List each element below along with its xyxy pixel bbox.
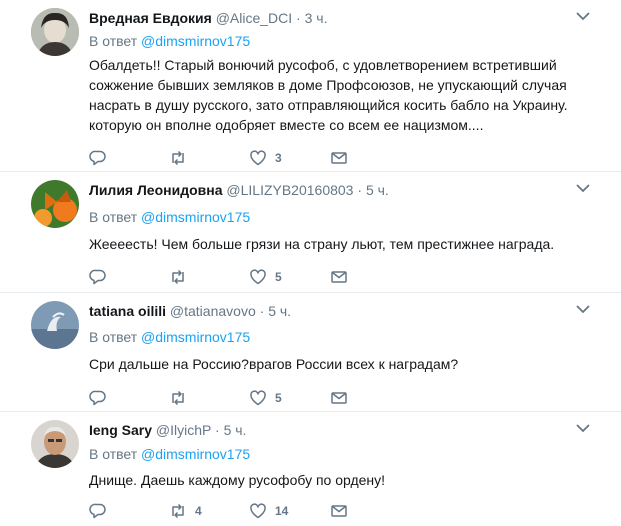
avatar-image <box>31 301 79 349</box>
direct-message-button[interactable] <box>330 501 348 521</box>
reply-mention-link[interactable]: @dimsmirnov175 <box>141 209 250 225</box>
retweet-icon <box>172 390 184 406</box>
like-button[interactable]: 5 <box>249 388 282 408</box>
timestamp[interactable]: 3 ч. <box>305 10 328 26</box>
reply-context: В ответ @dimsmirnov175 <box>89 446 250 462</box>
heart-icon <box>250 269 266 285</box>
tweet-header: Вредная Евдокия @Alice_DCI · 3 ч. <box>89 10 327 26</box>
retweet-button[interactable]: 4 <box>169 501 202 521</box>
reply-button[interactable] <box>89 388 107 408</box>
tweet[interactable]: Ieng Sary @IlyichP · 5 ч. В ответ @dimsm… <box>0 412 621 526</box>
avatar-image <box>31 420 79 468</box>
tweet[interactable]: Лилия Леонидовна @LILIZYB20160803 · 5 ч.… <box>0 172 621 293</box>
separator-dot: · <box>259 303 265 319</box>
separator-dot: · <box>215 422 220 438</box>
retweet-button[interactable] <box>169 148 195 168</box>
avatar[interactable] <box>31 8 79 56</box>
tweet-text: Днище. Даешь каждому русофобу по ордену! <box>89 472 386 488</box>
user-handle[interactable]: @LILIZYB20160803 <box>226 182 353 198</box>
heart-icon <box>250 150 266 166</box>
reply-prefix: В ответ <box>89 209 138 225</box>
envelope-icon <box>331 505 347 517</box>
user-handle[interactable]: @Alice_DCI <box>216 10 292 26</box>
tweet[interactable]: Вредная Евдокия @Alice_DCI · 3 ч. В отве… <box>0 0 621 172</box>
tweet-text: Обалдеть!! Старый вонючий русофоб, с удо… <box>89 57 568 133</box>
display-name[interactable]: Вредная Евдокия <box>89 10 212 26</box>
display-name[interactable]: Ieng Sary <box>89 422 152 438</box>
avatar-image <box>31 180 79 228</box>
tweet[interactable]: tatiana oilili @tatianavovo · 5 ч. В отв… <box>0 293 621 412</box>
display-name[interactable]: tatiana oilili <box>89 303 166 319</box>
direct-message-button[interactable] <box>330 148 348 168</box>
retweet-count: 4 <box>195 504 202 518</box>
retweet-button[interactable] <box>169 388 195 408</box>
reply-icon <box>89 390 106 406</box>
tweet-text: Сри дальше на Россию?врагов России всех … <box>89 356 459 372</box>
tweet-header: Лилия Леонидовна @LILIZYB20160803 · 5 ч. <box>89 182 389 198</box>
reply-prefix: В ответ <box>89 329 138 345</box>
separator-dot: · <box>296 10 301 26</box>
user-handle[interactable]: @IlyichP <box>156 422 211 438</box>
timestamp[interactable]: 5 ч. <box>224 422 247 438</box>
reply-icon <box>89 150 106 166</box>
tweet-header: tatiana oilili @tatianavovo · 5 ч. <box>89 303 291 319</box>
like-button[interactable]: 14 <box>249 501 288 521</box>
retweet-button[interactable] <box>169 267 195 287</box>
avatar[interactable] <box>31 420 79 468</box>
reply-mention-link[interactable]: @dimsmirnov175 <box>141 446 250 462</box>
avatar-image <box>31 8 79 56</box>
direct-message-button[interactable] <box>330 388 348 408</box>
avatar[interactable] <box>31 301 79 349</box>
display-name[interactable]: Лилия Леонидовна <box>89 182 223 198</box>
reply-button[interactable] <box>89 267 107 287</box>
tweet-text: Жеееесть! Чем больше грязи на страну лью… <box>89 236 555 252</box>
reply-prefix: В ответ <box>89 33 138 49</box>
retweet-icon <box>172 503 184 519</box>
reply-context: В ответ @dimsmirnov175 <box>89 209 250 225</box>
like-button[interactable]: 3 <box>249 148 282 168</box>
heart-icon <box>250 503 266 519</box>
retweet-icon <box>172 269 184 285</box>
like-button[interactable]: 5 <box>249 267 282 287</box>
chevron-down-icon[interactable] <box>575 421 591 435</box>
timestamp[interactable]: 5 ч. <box>366 182 389 198</box>
envelope-icon <box>331 152 347 164</box>
reply-icon <box>89 269 106 285</box>
like-count: 14 <box>275 504 289 518</box>
chevron-down-icon[interactable] <box>575 9 591 23</box>
chevron-down-icon[interactable] <box>575 302 591 316</box>
direct-message-button[interactable] <box>330 267 348 287</box>
like-count: 5 <box>275 391 282 405</box>
reply-icon <box>89 503 106 519</box>
chevron-down-icon[interactable] <box>575 181 591 195</box>
reply-mention-link[interactable]: @dimsmirnov175 <box>141 329 250 345</box>
like-count: 5 <box>275 270 282 284</box>
reply-button[interactable] <box>89 148 107 168</box>
reply-context: В ответ @dimsmirnov175 <box>89 329 250 345</box>
like-count: 3 <box>275 151 282 165</box>
user-handle[interactable]: @tatianavovo <box>170 303 256 319</box>
tweet-header: Ieng Sary @IlyichP · 5 ч. <box>89 422 246 438</box>
heart-icon <box>250 390 266 406</box>
timestamp[interactable]: 5 ч. <box>268 303 291 319</box>
separator-dot: · <box>357 182 363 198</box>
reply-context: В ответ @dimsmirnov175 <box>89 33 250 49</box>
envelope-icon <box>331 271 347 283</box>
avatar[interactable] <box>31 180 79 228</box>
envelope-icon <box>331 392 347 404</box>
retweet-icon <box>172 150 184 166</box>
reply-button[interactable] <box>89 501 107 521</box>
reply-prefix: В ответ <box>89 446 138 462</box>
reply-mention-link[interactable]: @dimsmirnov175 <box>141 33 250 49</box>
